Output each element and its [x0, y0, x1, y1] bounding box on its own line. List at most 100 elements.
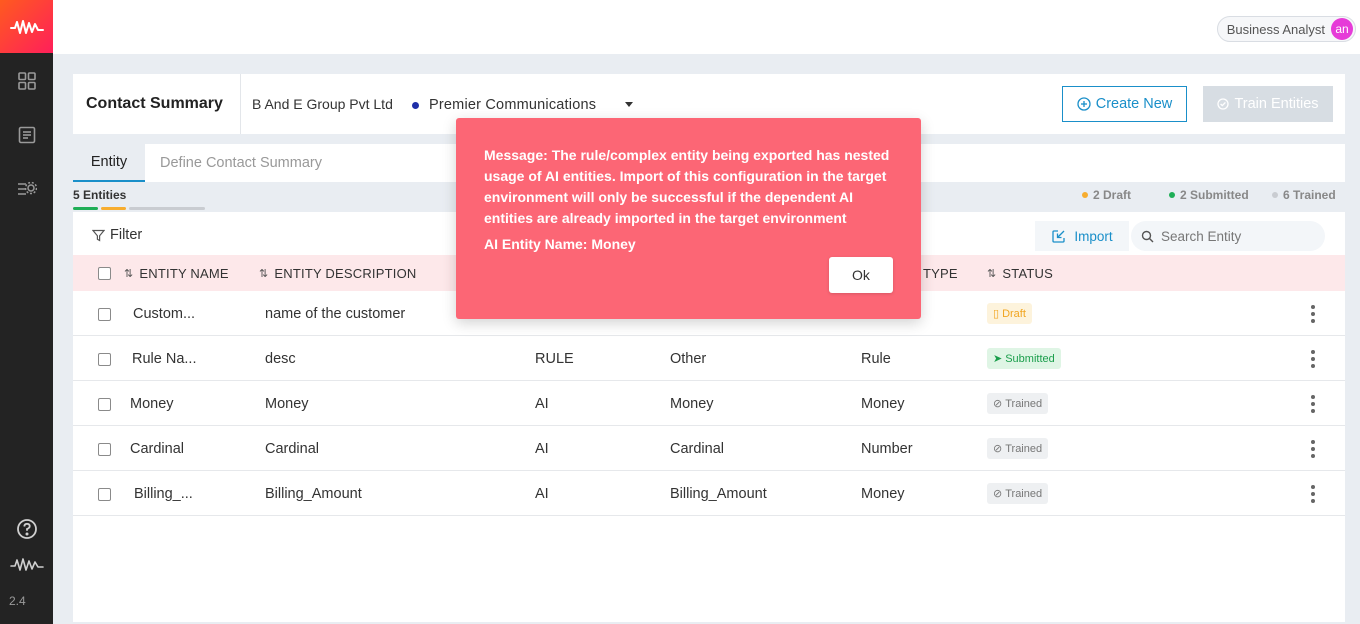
avatar[interactable]: an	[1331, 18, 1353, 40]
select-all-checkbox[interactable]	[98, 267, 111, 280]
cell-entity-name: Money	[130, 395, 174, 412]
app-version: 2.4	[9, 594, 26, 608]
header-entity-description[interactable]: ⇅ ENTITY DESCRIPTION	[259, 255, 416, 291]
cell-entity-category: Billing_Amount	[670, 485, 767, 502]
nested-entity-warning-dialog: Message: The rule/complex entity being e…	[456, 118, 921, 319]
search-icon	[1141, 230, 1154, 242]
tab-entity[interactable]: Entity	[73, 144, 145, 182]
row-menu-icon[interactable]	[1306, 438, 1320, 460]
cell-entity-name: Custom...	[133, 305, 196, 322]
trained-bar	[129, 207, 205, 210]
trained-count: 6 Trained	[1283, 188, 1336, 202]
row-menu-icon[interactable]	[1306, 303, 1320, 325]
dialog-entity-name: AI Entity Name: Money	[484, 236, 636, 252]
submitted-bar	[73, 207, 98, 210]
company-name: B And E Group Pvt Ltd	[252, 96, 393, 112]
check-circle-icon	[1217, 98, 1230, 110]
filter-label: Filter	[110, 227, 143, 243]
search-input[interactable]	[1161, 228, 1311, 244]
bot-selector[interactable]: Premier Communications	[429, 97, 596, 113]
plus-circle-icon	[1077, 97, 1091, 111]
cell-entity-name: Rule Na...	[132, 350, 197, 367]
document-icon[interactable]	[0, 120, 53, 150]
row-menu-icon[interactable]	[1306, 483, 1320, 505]
sort-icon: ⇅	[987, 267, 997, 280]
table-row[interactable]: Cardinal Cardinal AI Cardinal Number ⊘ T…	[73, 426, 1345, 471]
status-progress-bars	[73, 207, 205, 210]
header-status-label: STATUS	[1002, 265, 1053, 281]
header-entity-name[interactable]: ⇅ ENTITY NAME	[124, 255, 229, 291]
chevron-down-icon[interactable]	[625, 102, 633, 107]
row-checkbox[interactable]	[98, 308, 111, 321]
grid-icon[interactable]	[0, 66, 53, 96]
draft-count: 2 Draft	[1093, 188, 1132, 202]
status-badge: ⊘ Trained	[987, 393, 1049, 414]
cell-entity-category: Money	[670, 395, 714, 412]
cell-entity-type: Money	[861, 485, 905, 502]
import-label: Import	[1074, 228, 1113, 244]
top-bar: Business Analyst an	[53, 0, 1360, 54]
dialog-message: Message: The rule/complex entity being e…	[484, 147, 890, 226]
filter-button[interactable]: Filter	[92, 227, 142, 243]
waveform-small-icon	[0, 550, 53, 580]
cell-entity-description: name of the customer	[265, 305, 406, 322]
filter-icon	[92, 229, 105, 242]
help-icon[interactable]	[0, 514, 53, 544]
draft-dot	[1082, 192, 1088, 198]
create-new-button[interactable]: Create New	[1062, 86, 1187, 122]
legend-submitted: 2 Submitted	[1169, 188, 1249, 202]
row-checkbox[interactable]	[98, 443, 111, 456]
header-entity-name-label: ENTITY NAME	[139, 265, 229, 281]
check-circle-icon: ⊘	[993, 443, 1003, 455]
row-checkbox[interactable]	[98, 398, 111, 411]
cell-entity-kind: AI	[535, 485, 549, 502]
cell-entity-description: Money	[265, 395, 309, 412]
train-entities-button[interactable]: Train Entities	[1203, 86, 1333, 122]
header-type[interactable]: TYPE	[923, 255, 958, 291]
create-new-label: Create New	[1095, 96, 1173, 112]
cell-entity-name: Billing_...	[134, 485, 193, 502]
waveform-logo-icon[interactable]	[0, 0, 53, 53]
table-row[interactable]: Rule Na... desc RULE Other Rule ➤ Submit…	[73, 336, 1345, 381]
status-label: Trained	[1005, 442, 1043, 455]
submitted-count: 2 Submitted	[1180, 188, 1249, 202]
bot-status-dot	[412, 102, 419, 109]
import-button[interactable]: Import	[1035, 221, 1129, 251]
cell-entity-type: Money	[861, 395, 905, 412]
user-role: Business Analyst	[1226, 21, 1325, 37]
tab-define-contact-summary[interactable]: Define Contact Summary	[160, 144, 322, 182]
cell-entity-type: Rule	[861, 350, 891, 367]
draft-bar	[101, 207, 126, 210]
user-menu[interactable]: Business Analyst an	[1216, 16, 1356, 42]
row-menu-icon[interactable]	[1306, 348, 1320, 370]
cell-entity-name: Cardinal	[130, 440, 184, 457]
settings-list-icon[interactable]	[0, 174, 53, 204]
row-menu-icon[interactable]	[1306, 393, 1320, 415]
header-type-label: TYPE	[923, 265, 958, 281]
sort-icon: ⇅	[124, 267, 134, 280]
header-entity-description-label: ENTITY DESCRIPTION	[274, 265, 417, 281]
search-box	[1131, 221, 1325, 251]
status-label: Draft	[1002, 307, 1026, 320]
cell-entity-category: Cardinal	[670, 440, 724, 457]
cell-entity-kind: AI	[535, 395, 549, 412]
row-checkbox[interactable]	[98, 353, 111, 366]
file-icon: ▯	[993, 308, 1000, 320]
cell-entity-category: Other	[670, 350, 707, 367]
table-row[interactable]: Billing_... Billing_Amount AI Billing_Am…	[73, 471, 1345, 516]
status-badge: ⊘ Trained	[987, 483, 1049, 504]
status-badge: ▯ Draft	[987, 303, 1032, 324]
legend-draft: 2 Draft	[1082, 188, 1131, 202]
cell-entity-description: Cardinal	[265, 440, 319, 457]
table-row[interactable]: Money Money AI Money Money ⊘ Trained	[73, 381, 1345, 426]
sort-icon: ⇅	[259, 267, 269, 280]
header-status[interactable]: ⇅ STATUS	[987, 255, 1053, 291]
status-badge: ⊘ Trained	[987, 438, 1049, 459]
entity-count: 5 Entities	[73, 188, 127, 202]
cell-entity-kind: AI	[535, 440, 549, 457]
sidebar: 2.4	[0, 0, 53, 624]
row-checkbox[interactable]	[98, 488, 111, 501]
cell-entity-kind: RULE	[535, 350, 574, 367]
ok-button[interactable]: Ok	[829, 257, 893, 293]
train-entities-label: Train Entities	[1234, 96, 1319, 112]
